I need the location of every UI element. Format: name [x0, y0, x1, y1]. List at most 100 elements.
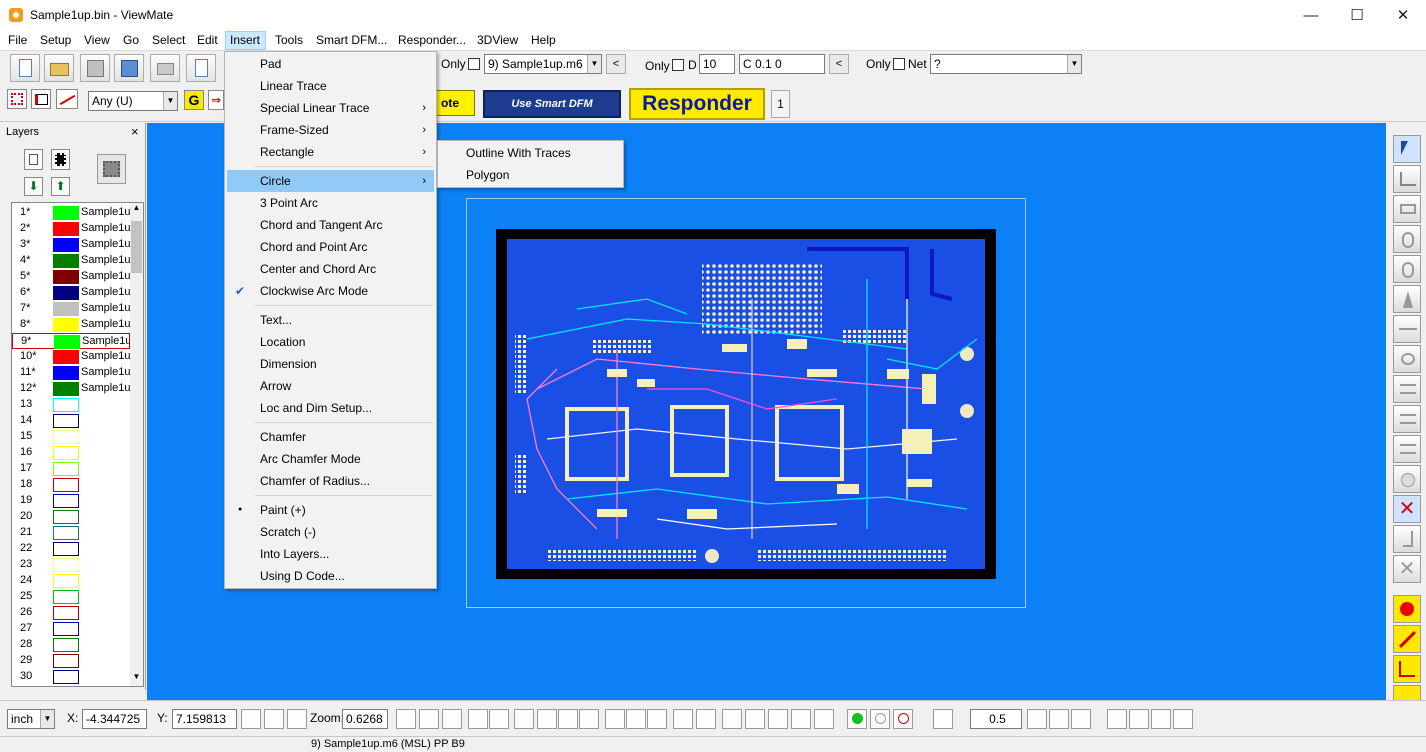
- menu-item-arc-chamfer-mode[interactable]: Arc Chamfer Mode: [227, 448, 434, 470]
- save-as-button[interactable]: [114, 54, 144, 82]
- tool-button-7[interactable]: [1393, 315, 1421, 343]
- filter-select[interactable]: Any (U) ▼: [88, 91, 178, 111]
- menu-smart-dfm[interactable]: Smart DFM...: [315, 31, 388, 50]
- check-net-icon-1[interactable]: [722, 709, 742, 729]
- zoom-fit-icon[interactable]: [442, 709, 462, 729]
- layer-row[interactable]: 13: [12, 397, 130, 413]
- scroll-up-icon[interactable]: ▲: [131, 203, 142, 215]
- diagonal-icon[interactable]: [673, 709, 693, 729]
- menu-item-rectangle[interactable]: Rectangle ›: [227, 141, 434, 163]
- layer-row[interactable]: 20: [12, 509, 130, 525]
- layer-color-swatch[interactable]: [53, 318, 79, 332]
- grid-icon[interactable]: [933, 709, 953, 729]
- layer-row[interactable]: 28: [12, 637, 130, 653]
- select-red-icon-2[interactable]: [1129, 709, 1149, 729]
- new-file-button[interactable]: [10, 54, 40, 82]
- zoom-window-icon[interactable]: [419, 709, 439, 729]
- grid-red-icon-9[interactable]: [647, 709, 667, 729]
- menu-item-using-d-code[interactable]: Using D Code...: [227, 565, 434, 587]
- menu-item-special-linear-trace[interactable]: Special Linear Trace ›: [227, 97, 434, 119]
- layer-stack-button[interactable]: [97, 154, 126, 184]
- layer-color-swatch[interactable]: [54, 335, 80, 349]
- menu-file[interactable]: File: [7, 31, 28, 50]
- menu-item-chord-and-point-arc[interactable]: Chord and Point Arc: [227, 236, 434, 258]
- grid-red-icon-8[interactable]: [626, 709, 646, 729]
- layer-color-swatch[interactable]: [53, 366, 79, 380]
- layer-row[interactable]: 3* Sample1u: [12, 237, 131, 253]
- grid-dots-icon[interactable]: [696, 709, 716, 729]
- layer-color-swatch[interactable]: [53, 606, 79, 620]
- layer-row[interactable]: 8* Sample1u: [12, 317, 131, 333]
- layer-color-swatch[interactable]: [53, 510, 79, 524]
- layer-toggle-button[interactable]: [24, 149, 43, 170]
- layer-color-swatch[interactable]: [53, 398, 79, 412]
- menu-item-chamfer-of-radius[interactable]: Chamfer of Radius...: [227, 470, 434, 492]
- snap-icon[interactable]: [1071, 709, 1091, 729]
- tool-button-14[interactable]: [1393, 525, 1421, 553]
- layer-row[interactable]: 11* Sample1u: [12, 365, 131, 381]
- menu-item-center-and-chord-arc[interactable]: Center and Chord Arc: [227, 258, 434, 280]
- layer-row[interactable]: 15: [12, 429, 130, 445]
- layer-row[interactable]: 30: [12, 669, 130, 685]
- layer-film-button[interactable]: [51, 149, 70, 170]
- net-select-tool-button[interactable]: [31, 89, 51, 109]
- menu-select[interactable]: Select: [151, 31, 186, 50]
- select-tool-button[interactable]: [7, 89, 27, 109]
- layer-row[interactable]: 19: [12, 493, 130, 509]
- layer-color-swatch[interactable]: [53, 558, 79, 572]
- tool-button-16[interactable]: [1393, 595, 1421, 623]
- layers-close-button[interactable]: ×: [131, 124, 139, 139]
- bulb-green-icon[interactable]: [847, 709, 867, 729]
- tool-button-6[interactable]: [1393, 285, 1421, 313]
- menu-3dview[interactable]: 3DView: [476, 31, 519, 50]
- layer-select[interactable]: 9) Sample1up.m6 ▼: [484, 54, 602, 74]
- menu-item-linear-trace[interactable]: Linear Trace: [227, 75, 434, 97]
- layer-color-swatch[interactable]: [53, 302, 79, 316]
- layer-row[interactable]: 6* Sample1u: [12, 285, 131, 301]
- select-red-icon-1[interactable]: [1107, 709, 1127, 729]
- layer-color-swatch[interactable]: [53, 222, 79, 236]
- select-red-icon-3[interactable]: [1151, 709, 1171, 729]
- dcode-input[interactable]: 10: [699, 54, 735, 74]
- menu-go[interactable]: Go: [122, 31, 140, 50]
- layer-row[interactable]: 27: [12, 621, 130, 637]
- scroll-thumb[interactable]: [131, 221, 142, 273]
- trace-tool-button[interactable]: [56, 89, 78, 109]
- tool-button-3[interactable]: [1393, 195, 1421, 223]
- layer-row[interactable]: 26: [12, 605, 130, 621]
- menu-edit[interactable]: Edit: [196, 31, 219, 50]
- layer-row[interactable]: 18: [12, 477, 130, 493]
- layer-color-swatch[interactable]: [53, 462, 79, 476]
- menu-item-text[interactable]: Text...: [227, 309, 434, 331]
- layer-row[interactable]: 22: [12, 541, 130, 557]
- tool-button-18[interactable]: [1393, 655, 1421, 683]
- pointer-tool-button[interactable]: [1393, 135, 1421, 163]
- grid-red-icon-7[interactable]: [605, 709, 625, 729]
- layer-row[interactable]: 24: [12, 573, 130, 589]
- tool-button-4[interactable]: [1393, 225, 1421, 253]
- tool-button-17[interactable]: [1393, 625, 1421, 653]
- dot-grid-icon[interactable]: [1027, 709, 1047, 729]
- menu-item-clockwise-arc-mode[interactable]: Clockwise Arc Mode ✔: [227, 280, 434, 302]
- layer-row[interactable]: 17: [12, 461, 130, 477]
- crosshair-icon[interactable]: [264, 709, 284, 729]
- tool-button-13[interactable]: ✕: [1393, 495, 1421, 523]
- g-icon[interactable]: G: [184, 90, 204, 110]
- check-net-icon-3[interactable]: [768, 709, 788, 729]
- only-checkbox-2[interactable]: [672, 59, 684, 71]
- menu-view[interactable]: View: [83, 31, 111, 50]
- layer-row[interactable]: 9* Sample1u: [12, 333, 132, 349]
- move-up-arrow-icon[interactable]: ⬆: [51, 177, 70, 196]
- grid-red-icon-1[interactable]: [468, 709, 488, 729]
- check-net-icon-2[interactable]: [745, 709, 765, 729]
- only-checkbox-3[interactable]: [893, 58, 905, 70]
- layers-scrollbar[interactable]: ▲ ▼: [130, 203, 143, 686]
- menu-item-scratch[interactable]: Scratch (-): [227, 521, 434, 543]
- layer-color-swatch[interactable]: [53, 622, 79, 636]
- grid-red-icon-6[interactable]: [579, 709, 599, 729]
- menu-item-paint[interactable]: Paint (+) ●: [227, 499, 434, 521]
- menu-item-chord-and-tangent-arc[interactable]: Chord and Tangent Arc: [227, 214, 434, 236]
- anchor-icon[interactable]: [1049, 709, 1069, 729]
- grid-red-icon-4[interactable]: [537, 709, 557, 729]
- minimize-button[interactable]: —: [1288, 0, 1334, 31]
